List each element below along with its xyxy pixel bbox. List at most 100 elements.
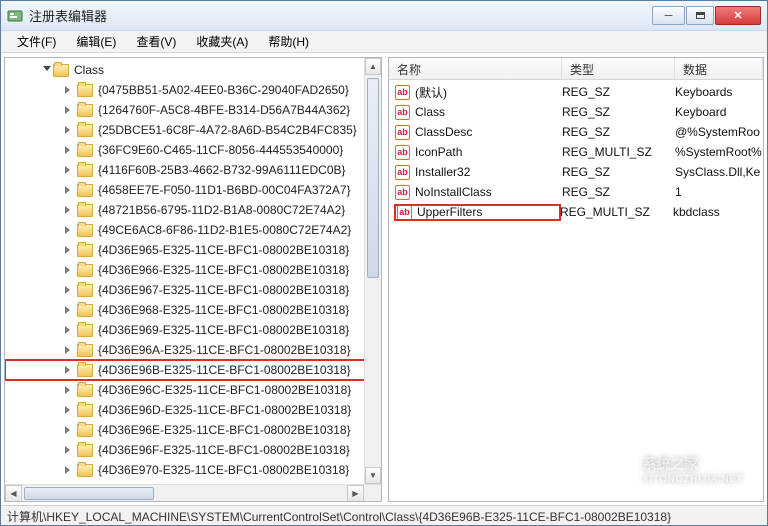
tree-label: {4D36E96F-E325-11CE-BFC1-08002BE10318} (98, 443, 350, 457)
tree[interactable]: Class {0475BB51-5A02-4EE0-B36C-29040FAD26… (5, 58, 381, 501)
chevron-right-icon (65, 245, 75, 255)
menu-favorites[interactable]: 收藏夹(A) (186, 31, 258, 52)
tree-label: {49CE6AC8-6F86-11D2-B1E5-0080C72E74A2} (98, 223, 351, 237)
folder-icon (77, 204, 93, 217)
value-name-cell: abIconPath (395, 145, 562, 160)
minimize-button[interactable]: ─ (652, 6, 685, 25)
tree-item[interactable]: {4658EE7E-F050-11D1-B6BD-00C04FA372A7} (5, 180, 381, 200)
tree-item[interactable]: {4D36E96C-E325-11CE-BFC1-08002BE10318} (5, 380, 381, 400)
folder-icon (77, 84, 93, 97)
value-name-cell: abInstaller32 (395, 165, 562, 180)
chevron-right-icon (65, 125, 75, 135)
maximize-button[interactable] (686, 6, 714, 25)
tree-item[interactable]: {4D36E967-E325-11CE-BFC1-08002BE10318} (5, 280, 381, 300)
scroll-up-button[interactable]: ▲ (365, 58, 381, 75)
list-row[interactable]: abNoInstallClassREG_SZ1 (389, 182, 763, 202)
chevron-right-icon (65, 285, 75, 295)
menu-view[interactable]: 查看(V) (126, 31, 186, 52)
col-header-name[interactable]: 名称 (389, 58, 562, 79)
tree-item-class[interactable]: Class (5, 60, 381, 80)
value-type: REG_SZ (562, 125, 675, 139)
tree-item[interactable]: {25DBCE51-6C8F-4A72-8A6D-B54C2B4FC835} (5, 120, 381, 140)
tree-pane: Class {0475BB51-5A02-4EE0-B36C-29040FAD26… (4, 57, 382, 502)
value-type: REG_SZ (562, 165, 675, 179)
value-name: Installer32 (415, 165, 470, 179)
menu-file[interactable]: 文件(F) (7, 31, 66, 52)
registry-string-icon: ab (395, 145, 410, 160)
list-row[interactable]: abClassREG_SZKeyboard (389, 102, 763, 122)
folder-icon (77, 324, 93, 337)
tree-item[interactable]: {4D36E96F-E325-11CE-BFC1-08002BE10318} (5, 440, 381, 460)
tree-item[interactable]: {4D36E96A-E325-11CE-BFC1-08002BE10318} (5, 340, 381, 360)
close-button[interactable]: ✕ (715, 6, 761, 25)
tree-label: {4D36E96A-E325-11CE-BFC1-08002BE10318} (98, 343, 351, 357)
regedit-icon (7, 8, 23, 24)
titlebar[interactable]: 注册表编辑器 ─ ✕ (1, 1, 767, 31)
chevron-right-icon (65, 445, 75, 455)
value-data: kbdclass (673, 205, 763, 219)
value-data: Keyboard (675, 105, 763, 119)
folder-icon (77, 464, 93, 477)
folder-icon (77, 304, 93, 317)
tree-item[interactable]: {4D36E969-E325-11CE-BFC1-08002BE10318} (5, 320, 381, 340)
chevron-right-icon (65, 305, 75, 315)
hscroll-thumb[interactable] (24, 487, 154, 500)
list-row[interactable]: abClassDescREG_SZ@%SystemRoo (389, 122, 763, 142)
value-name: Class (415, 105, 445, 119)
value-data: Keyboards (675, 85, 763, 99)
tree-item[interactable]: {4D36E96B-E325-11CE-BFC1-08002BE10318} (5, 360, 381, 380)
tree-item[interactable]: {36FC9E60-C465-11CF-8056-444553540000} (5, 140, 381, 160)
tree-label: {36FC9E60-C465-11CF-8056-444553540000} (98, 143, 343, 157)
menu-help[interactable]: 帮助(H) (258, 31, 319, 52)
col-header-data[interactable]: 数据 (675, 58, 763, 79)
chevron-right-icon (65, 465, 75, 475)
tree-item[interactable]: {49CE6AC8-6F86-11D2-B1E5-0080C72E74A2} (5, 220, 381, 240)
tree-label: {4D36E967-E325-11CE-BFC1-08002BE10318} (98, 283, 349, 297)
app-window: 注册表编辑器 ─ ✕ 文件(F) 编辑(E) 查看(V) 收藏夹(A) 帮助(H… (0, 0, 768, 526)
scroll-down-button[interactable]: ▼ (365, 467, 381, 484)
tree-vscrollbar[interactable]: ▲ ▼ (364, 58, 381, 501)
tree-item[interactable]: {1264760F-A5C8-4BFE-B314-D56A7B44A362} (5, 100, 381, 120)
chevron-right-icon (65, 365, 75, 375)
tree-label: {4D36E965-E325-11CE-BFC1-08002BE10318} (98, 243, 349, 257)
tree-label: {4D36E96E-E325-11CE-BFC1-08002BE10318} (98, 423, 351, 437)
value-type: REG_MULTI_SZ (562, 145, 675, 159)
tree-item[interactable]: {4D36E965-E325-11CE-BFC1-08002BE10318} (5, 240, 381, 260)
folder-icon (53, 64, 69, 77)
menubar: 文件(F) 编辑(E) 查看(V) 收藏夹(A) 帮助(H) (1, 31, 767, 53)
tree-label: Class (74, 63, 104, 77)
value-list[interactable]: ab(默认)REG_SZKeyboardsabClassREG_SZKeyboa… (389, 80, 763, 501)
tree-item[interactable]: {4D36E966-E325-11CE-BFC1-08002BE10318} (5, 260, 381, 280)
folder-icon (77, 164, 93, 177)
list-row[interactable]: ab(默认)REG_SZKeyboards (389, 82, 763, 102)
tree-item[interactable]: {48721B56-6795-11D2-B1A8-0080C72E74A2} (5, 200, 381, 220)
tree-item[interactable]: {4116F60B-25B3-4662-B732-99A6111EDC0B} (5, 160, 381, 180)
hscroll-right-button[interactable]: ▶ (347, 485, 364, 502)
value-name-cell: abClassDesc (395, 125, 562, 140)
value-name: NoInstallClass (415, 185, 492, 199)
tree-hscrollbar[interactable]: ◀ ▶ (5, 484, 381, 501)
watermark-icon (604, 456, 636, 483)
tree-item[interactable]: {4D36E96D-E325-11CE-BFC1-08002BE10318} (5, 400, 381, 420)
value-type: REG_SZ (562, 185, 675, 199)
chevron-right-icon (65, 345, 75, 355)
scroll-thumb[interactable] (367, 78, 379, 278)
tree-item[interactable]: {0475BB51-5A02-4EE0-B36C-29040FAD2650} (5, 80, 381, 100)
hscroll-left-button[interactable]: ◀ (5, 485, 22, 502)
tree-item[interactable]: {4D36E968-E325-11CE-BFC1-08002BE10318} (5, 300, 381, 320)
list-row[interactable]: abIconPathREG_MULTI_SZ%SystemRoot% (389, 142, 763, 162)
tree-item[interactable]: {4D36E96E-E325-11CE-BFC1-08002BE10318} (5, 420, 381, 440)
tree-item[interactable]: {4D36E970-E325-11CE-BFC1-08002BE10318} (5, 460, 381, 480)
value-name-cell: ab(默认) (395, 84, 562, 101)
menu-edit[interactable]: 编辑(E) (66, 31, 126, 52)
list-header[interactable]: 名称 类型 数据 (389, 58, 763, 80)
chevron-right-icon (65, 85, 75, 95)
tree-label: {4116F60B-25B3-4662-B732-99A6111EDC0B} (98, 163, 346, 177)
folder-icon (77, 424, 93, 437)
list-row[interactable]: abUpperFiltersREG_MULTI_SZkbdclass (389, 202, 763, 222)
col-header-type[interactable]: 类型 (562, 58, 675, 79)
registry-string-icon: ab (397, 205, 412, 220)
chevron-right-icon (65, 265, 75, 275)
list-row[interactable]: abInstaller32REG_SZSysClass.Dll,Ke (389, 162, 763, 182)
folder-icon (77, 404, 93, 417)
